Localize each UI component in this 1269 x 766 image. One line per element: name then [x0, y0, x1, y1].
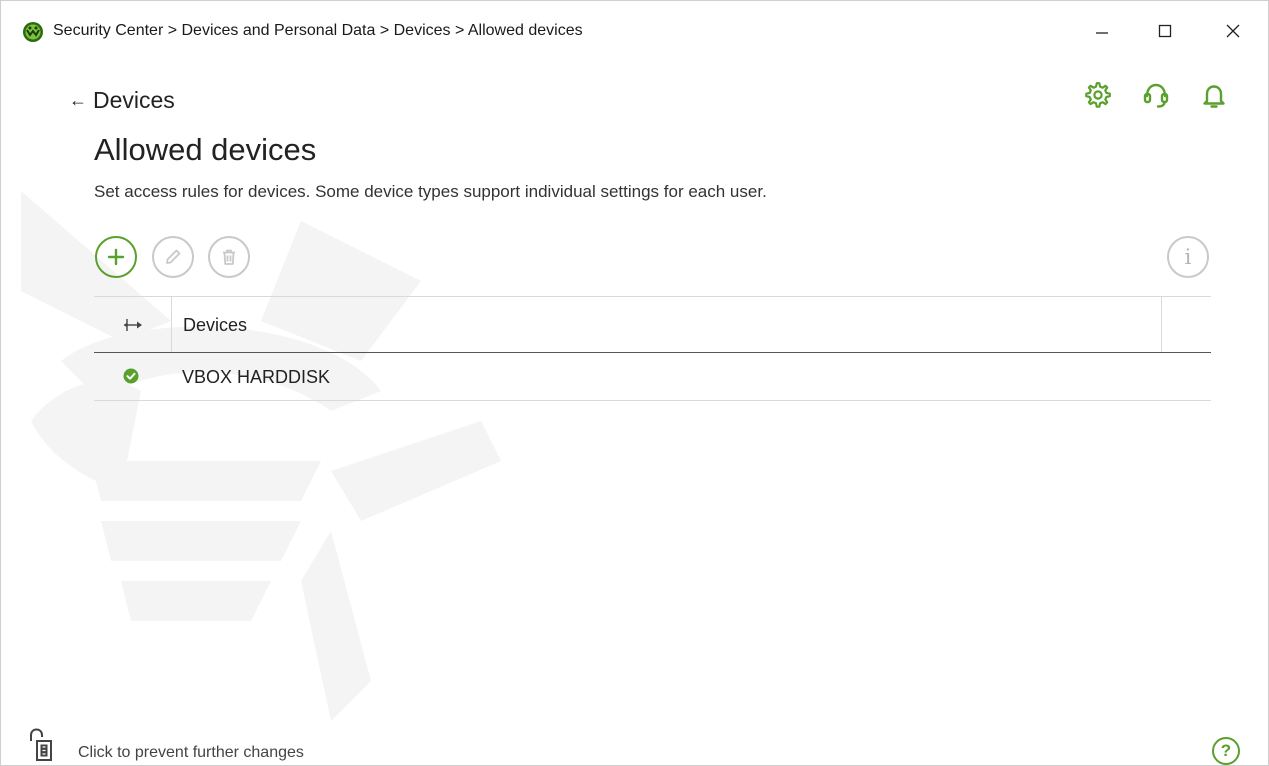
prevent-changes-label[interactable]: Click to prevent further changes [78, 744, 304, 762]
maximize-button[interactable] [1142, 13, 1188, 49]
pencil-icon [166, 249, 181, 264]
gear-icon [1085, 82, 1111, 108]
minimize-icon [1096, 32, 1108, 34]
support-button[interactable] [1140, 79, 1172, 111]
add-device-button[interactable] [95, 236, 137, 278]
column-divider [1161, 297, 1162, 352]
maximize-icon [1158, 24, 1172, 38]
back-link[interactable]: ← Devices [69, 87, 175, 114]
settings-button[interactable] [1082, 79, 1114, 111]
page-description: Set access rules for devices. Some devic… [94, 182, 767, 201]
info-button[interactable]: i [1167, 236, 1209, 278]
delete-device-button[interactable] [208, 236, 250, 278]
app-window: Security Center > Devices and Personal D… [0, 0, 1269, 766]
notifications-button[interactable] [1198, 79, 1230, 111]
unlocked-padlock-icon[interactable] [28, 728, 66, 762]
column-header-devices[interactable]: Devices [183, 315, 247, 336]
back-arrow-icon: ← [69, 90, 87, 110]
watermark-logo [21, 191, 501, 721]
back-link-label: Devices [93, 87, 175, 113]
minimize-button[interactable] [1079, 13, 1125, 49]
devices-table: Devices VBOX HARDDISK [94, 296, 1211, 401]
close-button[interactable] [1210, 13, 1256, 49]
question-icon: ? [1220, 741, 1232, 760]
headset-icon [1143, 83, 1169, 108]
edit-device-button[interactable] [152, 236, 194, 278]
page-title: Allowed devices [94, 132, 317, 167]
sort-arrows-icon [123, 318, 142, 331]
bell-icon [1203, 85, 1225, 108]
breadcrumb: Security Center > Devices and Personal D… [53, 22, 583, 39]
help-button[interactable]: ? [1212, 737, 1240, 765]
plus-icon [107, 248, 125, 266]
table-header: Devices [94, 296, 1211, 353]
check-circle-icon [123, 368, 139, 384]
title-bar: Security Center > Devices and Personal D… [1, 1, 1268, 59]
close-icon [1226, 24, 1240, 38]
device-name: VBOX HARDDISK [182, 367, 331, 387]
trash-icon [223, 249, 235, 265]
table-row[interactable]: VBOX HARDDISK [94, 353, 1211, 401]
dr-web-spider-icon [23, 22, 43, 42]
column-header-status[interactable] [94, 297, 172, 352]
info-icon: i [1184, 245, 1192, 269]
